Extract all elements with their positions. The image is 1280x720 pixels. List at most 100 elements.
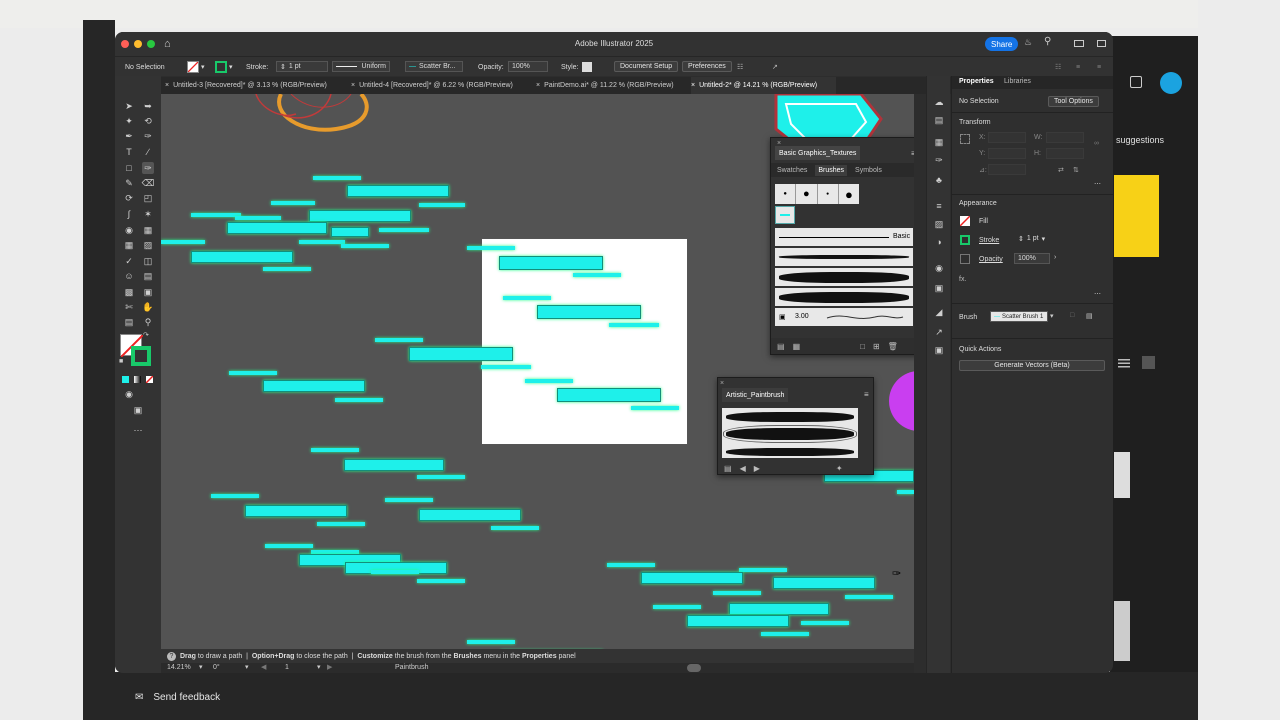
rotation-value[interactable]: 0° [213,664,220,671]
orange-scribble-artwork[interactable] [241,94,391,139]
preferences-button[interactable]: Preferences [682,61,732,72]
grid-view-icon[interactable] [1142,356,1155,369]
close-tab-icon[interactable]: × [536,82,540,89]
brush-stroke[interactable] [481,365,531,369]
brush-stroke[interactable] [331,227,369,237]
chevron-right-icon[interactable]: › [1054,254,1056,261]
brush-stroke[interactable] [419,509,521,521]
line-tool-icon[interactable]: ∕ [142,146,154,158]
flip-horizontal-icon[interactable]: ⇄ [1058,166,1064,174]
effects-label[interactable]: fx. [959,276,966,283]
brush-select[interactable]: — Scatter Br... [405,61,463,72]
brush-stroke[interactable] [335,398,383,402]
scale-tool-icon[interactable]: ◰ [142,192,154,204]
print-tiling-icon[interactable]: ▤ [123,316,135,328]
close-tab-icon[interactable]: × [165,82,169,89]
brush-row[interactable] [775,268,913,286]
gradient-panel-icon[interactable]: ▨ [933,218,945,230]
stroke-weight-field[interactable]: ⇕ 1 pt ▾ [1018,235,1045,243]
brush-stroke[interactable] [375,338,423,342]
properties-icon[interactable]: ▤ [933,114,945,126]
opacity-field[interactable]: 100% [1014,253,1050,264]
libraries-icon[interactable]: ☁ [933,96,945,108]
new-brush-icon[interactable]: ⊞ [873,342,880,351]
hand-tool-icon[interactable]: ✋ [142,301,154,313]
brush-stroke[interactable] [371,570,419,574]
symbols-panel-icon[interactable]: ♣ [933,174,945,186]
more-options-icon[interactable]: ⋯ [1094,180,1101,188]
brush-row-basic[interactable]: Basic [775,228,913,246]
thumbnail-image[interactable] [1114,452,1130,498]
column-graph-icon[interactable]: ▤ [142,270,154,282]
rotate-field[interactable] [988,164,1026,175]
workspace-icon[interactable] [1097,40,1106,47]
remove-stroke-icon[interactable]: □ [860,342,865,351]
brush-stroke[interactable] [311,448,359,452]
graph-tool-icon[interactable]: ▩ [123,286,135,298]
brush-stroke[interactable] [344,459,444,471]
eraser-tool-icon[interactable]: ⌫ [142,177,155,189]
curvature-tool-icon[interactable]: ✑ [142,130,154,142]
export-icon[interactable]: ↗ [772,61,778,73]
fill-swatch[interactable]: ▾ [187,61,205,73]
color-mode-icon[interactable] [122,376,129,383]
brush-stroke[interactable] [631,406,679,410]
eyedropper-icon[interactable]: ✓ [123,255,135,267]
document-setup-button[interactable]: Document Setup [614,61,679,72]
pencil-tool-icon[interactable]: ✎ [123,177,135,189]
brush-stroke[interactable] [263,267,311,271]
perspective-grid-icon[interactable]: ▦ [142,224,154,236]
brush-stroke[interactable] [263,380,365,392]
opacity-field[interactable]: 100% [508,61,548,72]
artboards-panel-icon[interactable]: ▣ [933,344,945,356]
brush-stroke[interactable] [573,273,621,277]
brush-stroke[interactable] [245,505,347,517]
w-field[interactable] [1046,132,1084,143]
stroke-profile-select[interactable]: Uniform [332,61,390,72]
brush-stroke[interactable] [713,591,761,595]
opacity-label[interactable]: Opacity [979,256,1003,263]
brush-stroke[interactable] [409,347,513,361]
brush-stroke[interactable] [317,522,365,526]
panel-menu-icon[interactable]: ≡ [864,390,869,399]
horizontal-scrollbar-thumb[interactable] [687,664,701,672]
symbol-sprayer-icon[interactable]: ☺ [123,270,135,282]
brushes-panel-icon[interactable]: ✑ [933,154,945,166]
brush-dot-icon[interactable]: ● [839,184,859,204]
brush-options-icon[interactable]: □ [1070,312,1074,319]
zoom-tool-icon[interactable]: ⚲ [142,316,154,328]
brush-dot-icon[interactable]: ● [796,184,818,204]
artboard-tool-icon[interactable]: ▣ [142,286,154,298]
brush-stroke[interactable] [761,632,809,636]
chevron-down-icon[interactable]: ▾ [245,663,249,671]
close-tab-icon[interactable]: × [351,82,355,89]
layers-icon[interactable]: ◢ [933,306,945,318]
brush-stroke[interactable] [557,388,661,402]
appearance-panel-icon[interactable]: ◉ [933,262,945,274]
stroke-swatch[interactable]: ▾ [215,61,233,73]
thumbnail-image[interactable] [1114,601,1130,661]
collapse-icon[interactable]: ≡ [1097,61,1101,73]
brush-stroke[interactable] [607,563,655,567]
screen-mode-icon[interactable]: ▣ [132,404,144,416]
next-library-icon[interactable]: ▶ [754,464,760,473]
close-panel-icon[interactable]: × [720,380,724,387]
width-tool-icon[interactable]: ∫ [123,208,135,220]
brush-libraries-icon[interactable]: ▤ [724,464,732,473]
brush-stroke[interactable] [417,475,465,479]
export-panel-icon[interactable]: ↗ [933,326,945,338]
brush-stroke[interactable] [729,603,829,615]
search-icon[interactable]: ⚲ [1044,36,1051,47]
artistic-brush-stroke[interactable] [726,448,854,456]
brush-stroke[interactable] [537,305,641,319]
close-tab-icon[interactable]: × [691,82,695,89]
gradient-tool-icon[interactable]: ▨ [142,239,154,251]
default-colors-icon[interactable]: ■ [119,358,123,365]
brush-stroke[interactable] [161,240,205,244]
brush-stroke[interactable] [347,185,449,197]
tab-properties[interactable]: Properties [959,78,994,85]
brush-row[interactable] [775,248,913,266]
blend-tool-icon[interactable]: ◫ [142,255,154,267]
delete-brush-icon[interactable]: 🗑 [888,342,898,351]
align-icon[interactable]: ☷ [737,61,743,73]
